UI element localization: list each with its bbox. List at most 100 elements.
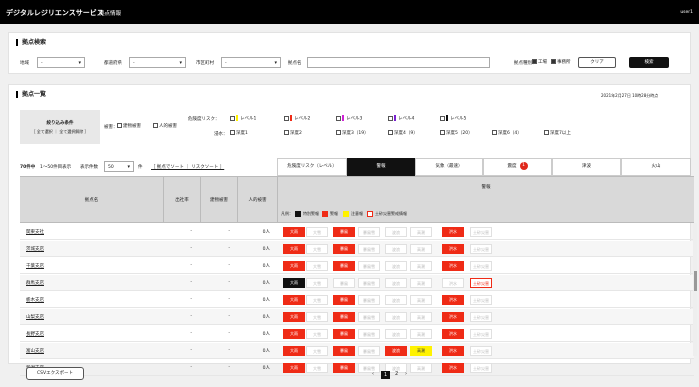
site-name-link[interactable]: 群馬支店 — [26, 280, 44, 286]
page-2[interactable]: 2 — [395, 371, 398, 377]
depth5-checkbox[interactable]: 深度5（20） — [440, 130, 473, 136]
level1-checkbox[interactable]: レベル1 — [230, 115, 256, 122]
warning-chip: 大雨 — [283, 312, 305, 322]
column-header-building[interactable]: 建物被害 — [200, 176, 237, 223]
building-damage-checkbox[interactable]: 建物被害 — [117, 123, 141, 129]
cell-building: - — [228, 229, 230, 234]
warning-chip: 大雨 — [283, 261, 305, 271]
sort-links[interactable]: ［ 拠点でソート ｜ リスクソート ］ — [151, 164, 224, 170]
page-1[interactable]: 1 — [381, 371, 391, 379]
depth2-checkbox[interactable]: 深度2 — [284, 130, 302, 136]
cell-office: - — [190, 280, 192, 285]
site-name-link[interactable]: 関東支社 — [26, 229, 44, 235]
cell-office: - — [190, 365, 192, 370]
warning-chip: 土砂災害 — [470, 363, 492, 373]
prev-page-icon[interactable]: ‹ — [372, 371, 374, 377]
warning-chip: 波浪 — [385, 346, 407, 356]
warning-chip: 土砂災害 — [470, 312, 492, 322]
warning-chip: 暴風 — [333, 312, 355, 322]
filter-select-toggle[interactable]: ［ 全て選択 ｜ 全て選択解除 ］ — [20, 129, 100, 135]
human-damage-checkbox[interactable]: 人的被害 — [153, 123, 177, 129]
column-header-name[interactable]: 拠点名 — [20, 176, 163, 223]
cell-building: - — [228, 297, 230, 302]
depth1-checkbox[interactable]: 深度1 — [230, 130, 248, 136]
warning-chip: 暴風 — [333, 363, 355, 373]
factory-checkbox[interactable]: 工場 — [532, 59, 547, 65]
risk-label: 危険度リスク： — [188, 117, 220, 122]
cell-human: 0人 — [262, 366, 270, 371]
warning-chip: 大雪 — [306, 295, 328, 305]
tab-seismic[interactable]: 震度 1 — [483, 158, 552, 176]
warning-chip: 暴風 — [333, 346, 355, 356]
site-name-link[interactable]: 千葉支店 — [26, 263, 44, 269]
cell-human: 0人 — [262, 315, 270, 320]
site-name-link[interactable]: 富山支店 — [26, 348, 44, 354]
cell-office: - — [190, 229, 192, 234]
depth6-checkbox[interactable]: 深度6（4） — [492, 130, 522, 136]
warning-chip: 高潮 — [410, 261, 432, 271]
table-scrollbar[interactable] — [693, 223, 697, 356]
warning-chip: 土砂災害 — [470, 346, 492, 356]
cell-office: - — [190, 263, 192, 268]
depth7-checkbox[interactable]: 深度7以上 — [544, 130, 571, 136]
warning-chip: 暴風 — [333, 261, 355, 271]
tab-warning[interactable]: 警報 — [347, 158, 415, 176]
tab-bar: 危険度リスク（レベル） 警報 気象（最速） 震度 1 津波 火山 — [277, 158, 691, 176]
level5-checkbox[interactable]: レベル5 — [440, 115, 466, 122]
tab-tsunami[interactable]: 津波 — [552, 158, 621, 176]
tab-weather[interactable]: 気象（最速） — [415, 158, 483, 176]
warning-chip: 高潮 — [410, 312, 432, 322]
cell-office: - — [190, 297, 192, 302]
checkbox-icon — [117, 123, 122, 128]
warning-chip: 暴風雪 — [358, 227, 380, 237]
site-name-link[interactable]: 長野支店 — [26, 331, 44, 337]
chevron-down-icon: ▾ — [127, 164, 130, 170]
cell-building: - — [228, 348, 230, 353]
checkbox-icon — [551, 59, 556, 64]
scroll-thumb[interactable] — [693, 271, 697, 291]
checkbox-icon — [153, 123, 158, 128]
warning-chip: 洪水 — [442, 312, 464, 322]
region-select[interactable]: - ▾ — [37, 57, 85, 68]
cell-office: - — [190, 331, 192, 336]
city-select[interactable]: - ▾ — [221, 57, 281, 68]
depth4-checkbox[interactable]: 深度4（9） — [388, 130, 418, 136]
per-page-select[interactable]: 50 ▾ — [104, 161, 134, 172]
list-section-title: 拠点一覧 — [16, 91, 46, 98]
tab-risk-level[interactable]: 危険度リスク（レベル） — [277, 158, 347, 176]
site-name-link[interactable]: 山梨支店 — [26, 314, 44, 320]
depth3-checkbox[interactable]: 深度3（19） — [336, 130, 369, 136]
office-checkbox[interactable]: 事務所 — [551, 59, 571, 65]
region-label: 地域 — [20, 61, 29, 66]
table-row: 長野支店 - - 0人 大雨 大雪 暴風 暴風雪 波浪 高潮 洪水 土砂災害 — [20, 326, 694, 342]
level4-checkbox[interactable]: レベル4 — [388, 115, 414, 122]
warning-chip: 洪水 — [442, 346, 464, 356]
cell-human: 0人 — [262, 349, 270, 354]
site-name-link[interactable]: 茨城支店 — [26, 246, 44, 252]
site-name-link[interactable]: 栃木支店 — [26, 297, 44, 303]
cell-human: 0人 — [262, 264, 270, 269]
level2-checkbox[interactable]: レベル2 — [284, 115, 310, 122]
column-header-human[interactable]: 人的被害 — [237, 176, 277, 223]
warning-chip: 大雨 — [283, 329, 305, 339]
clear-button[interactable]: クリア — [578, 57, 616, 68]
search-button[interactable]: 検索 — [629, 57, 669, 68]
table-row: 茨城支店 - - 0人 大雨 大雪 暴風 暴風雪 波浪 高潮 洪水 土砂災害 — [20, 241, 694, 257]
column-header-office[interactable]: 出社率 — [163, 176, 200, 223]
warning-chip: 暴風 — [333, 329, 355, 339]
level3-checkbox[interactable]: レベル3 — [336, 115, 362, 122]
prefecture-select[interactable]: - ▾ — [129, 57, 186, 68]
warning-chip: 暴風雪 — [358, 261, 380, 271]
level1-swatch — [236, 115, 238, 121]
warning-chip: 波浪 — [385, 227, 407, 237]
user-menu[interactable]: user1 — [680, 10, 693, 15]
warning-chip: 土砂災害 — [470, 329, 492, 339]
cell-building: - — [228, 263, 230, 268]
csv-export-button[interactable]: CSVエクスポート — [26, 367, 84, 380]
next-page-icon[interactable]: › — [405, 371, 407, 377]
site-name-input[interactable] — [307, 57, 490, 68]
checkbox-icon — [532, 59, 537, 64]
tab-volcano[interactable]: 火山 — [621, 158, 691, 176]
cell-human: 0人 — [262, 332, 270, 337]
cell-office: - — [190, 246, 192, 251]
